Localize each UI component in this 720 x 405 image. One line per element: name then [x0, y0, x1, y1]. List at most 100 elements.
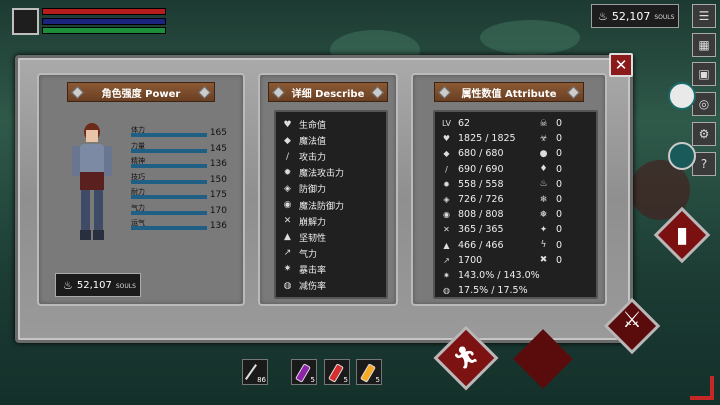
- look-button[interactable]: [668, 142, 696, 170]
- interact-button[interactable]: [668, 82, 696, 110]
- describe-item-icon: ◆: [284, 135, 291, 146]
- lv-icon: LV: [441, 119, 452, 128]
- inventory-button[interactable]: ▦: [692, 33, 716, 57]
- resistance-value: 0: [556, 148, 563, 160]
- describe-item: ◉ 魔法防御力: [282, 199, 344, 212]
- stat-value: 150: [209, 174, 227, 185]
- yellow-potion-slot[interactable]: 5: [356, 359, 382, 385]
- describe-item-icon: ◈: [284, 183, 291, 194]
- attribute-value: 808 / 808: [458, 209, 504, 221]
- stat-bar: [131, 210, 207, 215]
- describe-item-icon: ◉: [283, 200, 292, 210]
- resistance-row: ✦ 0: [538, 224, 562, 235]
- attribute-row: ◈ 726 / 726: [441, 194, 504, 205]
- stud-icon: [198, 86, 211, 99]
- describe-item: ◍ 减伤率: [282, 279, 326, 293]
- describe-item-label: 暴击率: [299, 265, 327, 276]
- attribute-value: 1700: [458, 254, 483, 266]
- flame-icon: ♨: [63, 278, 73, 292]
- red-potion-slot[interactable]: 5: [324, 359, 350, 385]
- attribute-value: 365 / 365: [458, 224, 504, 236]
- describe-item-label: 坚韧性: [299, 233, 327, 244]
- potion-icon: [360, 363, 376, 383]
- attribute-value: 143.0% / 143.0%: [458, 270, 540, 281]
- attribute-row: ✷ 143.0% / 143.0%: [441, 270, 540, 281]
- mana-icon: ◆: [443, 149, 450, 159]
- resistance-row: ● 0: [538, 148, 562, 159]
- poison-icon: ☣: [539, 133, 548, 144]
- slot-count: 5: [375, 376, 380, 384]
- describe-item-label: 魔法防御力: [299, 201, 345, 212]
- stat-bar: [131, 226, 207, 230]
- attribute-value: 466 / 466: [458, 239, 504, 251]
- stat-bar: [131, 148, 207, 153]
- slot-count: 5: [343, 376, 348, 384]
- toughness-icon: ▲: [443, 240, 450, 250]
- souls-unit: SOULS: [654, 14, 675, 21]
- souls-value: 52,107: [611, 9, 651, 23]
- resistance-row: ❄ 0: [538, 194, 562, 205]
- stat-value: 165: [209, 128, 227, 138]
- stud-icon: [371, 86, 384, 99]
- frost-icon: ❄: [539, 194, 548, 205]
- describe-item: ✕ 崩解力: [282, 215, 326, 228]
- attribute-value: 558 / 558: [458, 178, 504, 190]
- chest-icon: ▣: [698, 67, 710, 81]
- skull-icon: ☠: [539, 118, 548, 129]
- attribute-row: ♥ 1825 / 1825: [441, 133, 516, 144]
- potion-icon: [295, 363, 311, 383]
- sword-icon: ⚔: [622, 307, 642, 333]
- stud-icon: [272, 86, 285, 99]
- arrow-slot[interactable]: 86: [242, 359, 268, 385]
- health-bar: [42, 8, 166, 15]
- resistance-value: 0: [556, 254, 563, 266]
- resistance-row: ☣ 0: [538, 133, 562, 144]
- describe-item-icon: /: [285, 151, 290, 162]
- flame-icon: ♨: [598, 9, 608, 23]
- fire-icon: ♨: [539, 179, 548, 190]
- break-icon: ✕: [443, 225, 450, 235]
- attribute-value: 680 / 680: [458, 148, 504, 160]
- describe-item-label: 魔法攻击力: [299, 169, 345, 180]
- resistance-value: 0: [556, 209, 563, 221]
- player-portrait[interactable]: [12, 8, 39, 35]
- armor-icon: ▦: [698, 38, 710, 52]
- attribute-value: 726 / 726: [458, 194, 504, 205]
- drop-icon: ♦: [539, 164, 548, 175]
- crit-icon: ✷: [443, 271, 450, 280]
- power-banner: 角色强度 Power: [67, 82, 215, 102]
- shield-icon: ◈: [443, 195, 450, 204]
- shield-icon: ▮: [675, 222, 689, 248]
- character-figure: [72, 123, 112, 240]
- attribute-row: ◍ 17.5% / 17.5%: [441, 285, 528, 296]
- resistance-row: ❅ 0: [538, 209, 562, 220]
- describe-item-label: 生命值: [299, 121, 327, 131]
- close-icon: ✕: [614, 56, 628, 74]
- slot-count: 5: [310, 376, 315, 384]
- purple-potion-slot[interactable]: 5: [291, 359, 317, 385]
- stamina-icon: ↗: [443, 255, 450, 265]
- describe-title: 详细 Describe: [291, 88, 365, 100]
- describe-item: ♥ 生命值: [282, 118, 327, 132]
- attribute-row: / 690 / 690: [441, 163, 504, 175]
- resistance-row: ♦ 0: [538, 164, 562, 175]
- attribute-row: ◆ 680 / 680: [441, 148, 504, 160]
- resize-corner[interactable]: [690, 376, 714, 400]
- equipment-button[interactable]: ▣: [692, 62, 716, 86]
- resistance-row: ♨ 0: [538, 179, 562, 190]
- gear-icon: ⚙: [698, 127, 710, 141]
- lightning-icon: ϟ: [540, 240, 547, 251]
- settings-button[interactable]: ⚙: [692, 122, 716, 146]
- stat-bar: [131, 195, 207, 199]
- attribute-value: 1825 / 1825: [458, 133, 516, 145]
- close-button[interactable]: ✕: [609, 53, 633, 77]
- magic-attack-icon: ✹: [443, 179, 450, 189]
- menu-button[interactable]: ☰: [692, 4, 716, 28]
- reduction-icon: ◍: [443, 286, 450, 296]
- describe-item-icon: ◍: [283, 280, 292, 291]
- describe-item-label: 崩解力: [299, 217, 327, 228]
- attribute-row: ▲ 466 / 466: [441, 239, 504, 251]
- describe-item: / 攻击力: [282, 150, 326, 164]
- attribute-value: 690 / 690: [458, 163, 504, 175]
- resistance-value: 0: [556, 133, 563, 145]
